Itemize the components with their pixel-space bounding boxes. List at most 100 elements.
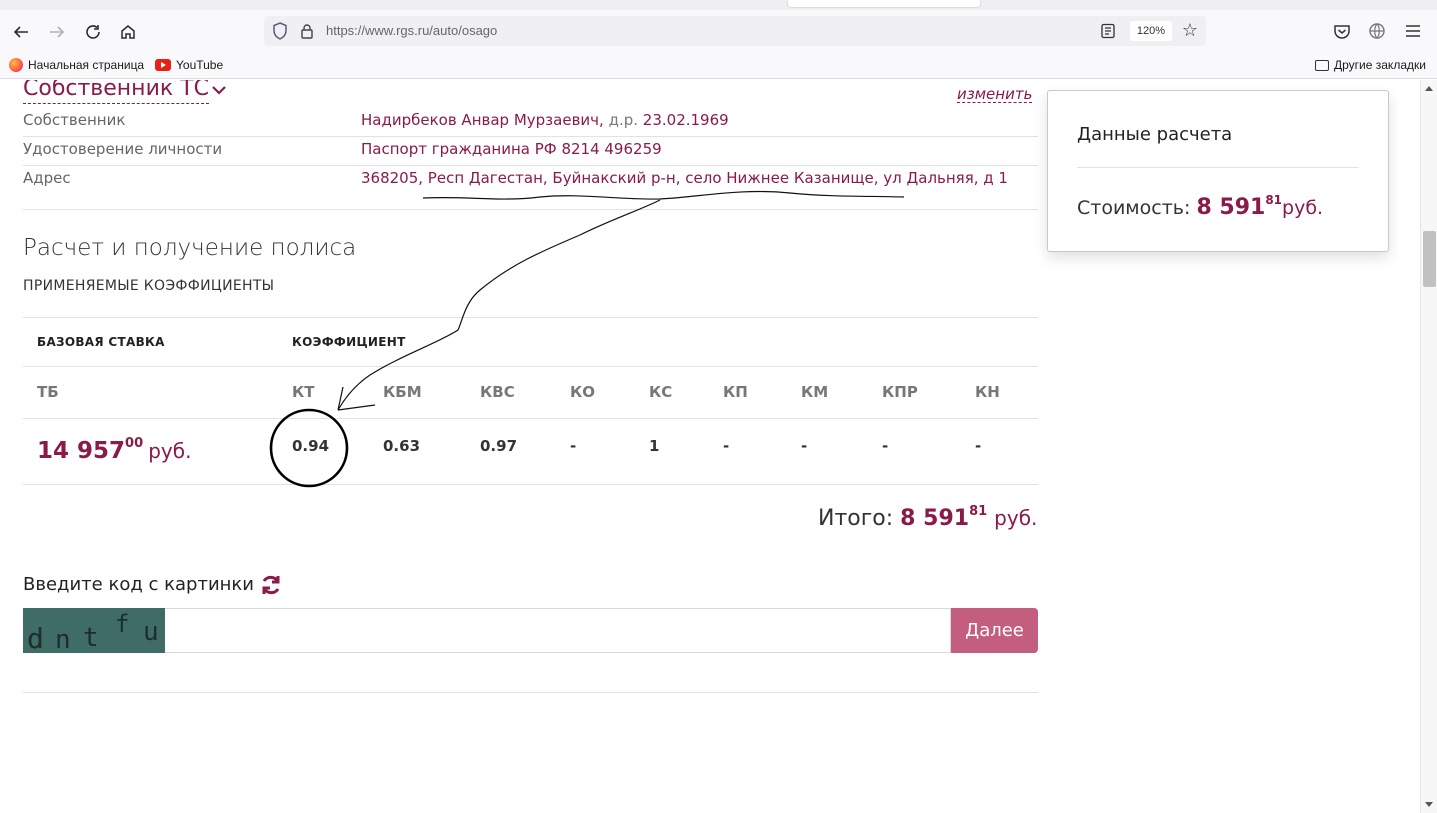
- base-rate-frac: 00: [125, 436, 144, 451]
- col-kbm: КБМ: [383, 383, 422, 401]
- back-arrow-icon: [13, 26, 28, 38]
- bookmark-youtube[interactable]: YouTube: [155, 58, 223, 72]
- owner-label: Собственник: [23, 111, 126, 129]
- next-button[interactable]: Далее: [951, 608, 1038, 653]
- address-bar[interactable]: https://www.rgs.ru/auto/osago 120% ☆: [264, 16, 1206, 46]
- coefficient-header: КОЭФФИЦИЕНТ: [292, 335, 406, 349]
- owner-section-title[interactable]: Собственник ТС: [23, 80, 209, 104]
- col-kvs: КВС: [480, 383, 515, 401]
- reload-icon: [86, 25, 100, 39]
- captcha-char-t: t: [83, 623, 99, 653]
- forward-button[interactable]: [45, 20, 69, 44]
- url-text[interactable]: https://www.rgs.ru/auto/osago: [326, 23, 497, 38]
- id-document-row: Удостоверение личности Паспорт гражданин…: [23, 137, 1038, 166]
- owner-name: Надирбеков Анвар Мурзаевич,: [361, 111, 604, 129]
- globe-icon: [1369, 23, 1385, 39]
- scroll-down-arrow-icon[interactable]: [1425, 802, 1433, 807]
- cost-frac: 81: [1265, 193, 1283, 207]
- base-rate-value: 14 95700 руб.: [37, 436, 192, 464]
- col-tb: ТБ: [37, 383, 59, 401]
- menu-button[interactable]: [1402, 20, 1424, 42]
- home-icon: [121, 25, 135, 39]
- captcha-char-f: f: [115, 610, 129, 638]
- total-int: 8 591: [900, 506, 970, 531]
- bookmark-home[interactable]: Начальная страница: [9, 58, 144, 72]
- calculation-summary-card: Данные расчета Стоимость: 8 59181руб.: [1047, 90, 1389, 252]
- chevron-down-icon[interactable]: [211, 82, 227, 98]
- owner-value: Надирбеков Анвар Мурзаевич, д.р. 23.02.1…: [361, 111, 729, 129]
- captcha-char-u: u: [143, 617, 159, 647]
- value-ko: -: [570, 437, 577, 455]
- youtube-icon: [155, 59, 171, 71]
- other-bookmarks[interactable]: Другие закладки: [1315, 58, 1426, 72]
- col-km: КМ: [801, 383, 829, 401]
- calc-section-title: Расчет и получение полиса: [23, 235, 357, 261]
- value-kn: -: [975, 437, 982, 455]
- forward-arrow-icon: [50, 26, 65, 38]
- scroll-thumb[interactable]: [1423, 231, 1436, 287]
- captcha-image: d n t f u: [23, 608, 165, 653]
- base-rate-header: БАЗОВАЯ СТАВКА: [37, 335, 165, 349]
- captcha-char-d: d: [27, 622, 44, 653]
- col-ko: КО: [570, 383, 596, 401]
- cost-label: Стоимость:: [1077, 197, 1191, 219]
- address-value: 368205, Респ Дагестан, Буйнакский р-н, с…: [361, 169, 1008, 187]
- bookmark-label: Начальная страница: [28, 58, 145, 72]
- home-button[interactable]: [116, 20, 140, 44]
- value-kvs: 0.97: [480, 437, 518, 455]
- scroll-up-arrow-icon[interactable]: [1425, 86, 1433, 91]
- table-columns-divider: [23, 418, 1038, 419]
- address-row: Адрес 368205, Респ Дагестан, Буйнакский …: [23, 166, 1038, 210]
- table-top-divider: [23, 317, 1038, 318]
- summary-divider: [1077, 167, 1359, 168]
- captcha-input[interactable]: [165, 608, 951, 653]
- bookmark-star-icon[interactable]: ☆: [1180, 21, 1200, 41]
- pocket-icon: [1334, 25, 1350, 39]
- pocket-button[interactable]: [1331, 20, 1353, 42]
- dob-prefix: д.р.: [608, 111, 639, 129]
- base-rate-currency: руб.: [148, 439, 192, 463]
- page-content: Собственник ТС изменить Собственник Нади…: [0, 80, 1420, 813]
- col-kn: КН: [975, 383, 1000, 401]
- arrow-line: [337, 199, 661, 411]
- col-ks: КС: [649, 383, 673, 401]
- coefficients-heading: ПРИМЕНЯЕМЫЕ КОЭФФИЦИЕНТЫ: [23, 278, 275, 294]
- edit-owner-link[interactable]: изменить: [957, 86, 1033, 103]
- tab-strip: [0, 0, 1437, 10]
- col-kp: КП: [723, 383, 748, 401]
- folder-icon: [1315, 59, 1329, 71]
- bookmark-label: YouTube: [176, 58, 224, 72]
- summary-cost: Стоимость: 8 59181руб.: [1077, 193, 1323, 220]
- total-frac: 81: [969, 504, 988, 519]
- value-kpr: -: [882, 437, 889, 455]
- back-button[interactable]: [9, 20, 33, 44]
- vertical-scrollbar[interactable]: [1420, 80, 1437, 813]
- captcha-glyphs: d n t f u: [27, 610, 159, 653]
- reader-view-icon[interactable]: [1100, 23, 1116, 39]
- col-kpr: КПР: [882, 383, 918, 401]
- hamburger-menu-icon: [1406, 25, 1420, 37]
- value-kp: -: [723, 437, 730, 455]
- captcha-title: Введите код с картинки: [23, 574, 254, 595]
- browser-toolbar: https://www.rgs.ru/auto/osago 120% ☆: [0, 0, 1437, 54]
- value-ks: 1: [649, 437, 660, 455]
- id-document-label: Удостоверение личности: [23, 140, 223, 158]
- other-bookmarks-label: Другие закладки: [1334, 58, 1426, 72]
- value-kbm: 0.63: [383, 437, 421, 455]
- base-rate-int: 14 957: [37, 438, 126, 464]
- zoom-level-badge[interactable]: 120%: [1130, 21, 1172, 41]
- reload-button[interactable]: [81, 20, 105, 44]
- firefox-icon: [9, 58, 23, 72]
- active-tab[interactable]: [787, 0, 981, 8]
- lock-icon[interactable]: [300, 23, 314, 39]
- refresh-captcha-icon[interactable]: [259, 573, 283, 597]
- total-label: Итого:: [818, 506, 894, 531]
- address-label: Адрес: [23, 169, 71, 187]
- owner-dob: 23.02.1969: [642, 111, 729, 129]
- tracking-shield-icon[interactable]: [272, 22, 288, 40]
- summary-title: Данные расчета: [1077, 124, 1233, 145]
- captcha-char-n: n: [55, 625, 71, 653]
- vpn-button[interactable]: [1366, 20, 1388, 42]
- bookmarks-bar: Начальная страница YouTube Другие заклад…: [0, 54, 1437, 79]
- total-line: Итого: 8 59181 руб.: [818, 504, 1037, 531]
